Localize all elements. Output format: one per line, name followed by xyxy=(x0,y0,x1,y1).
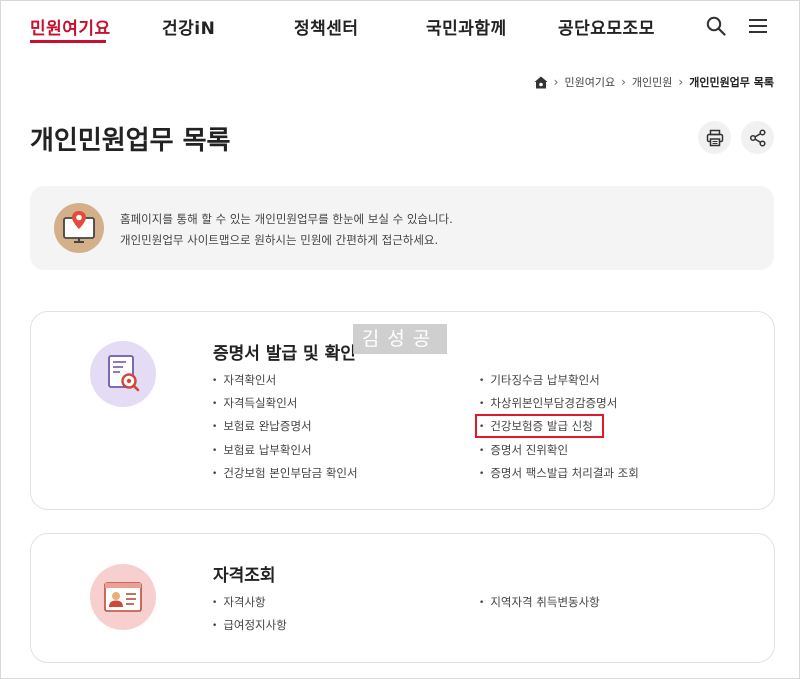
list-item-link[interactable]: 보험료 완납증명서 xyxy=(212,415,358,438)
section-title: 자격조회 xyxy=(213,566,276,586)
home-icon[interactable] xyxy=(534,76,548,89)
print-icon xyxy=(706,129,723,146)
breadcrumb: › 민원여기요 › 개인민원 › 개인민원업무 목록 xyxy=(534,74,774,90)
section-title: 증명서 발급 및 확인 xyxy=(213,344,356,364)
list-item-link[interactable]: 자격확인서 xyxy=(212,369,358,392)
highlight-annotation-box xyxy=(475,414,604,438)
list-item-link[interactable]: 건강보험 본인부담금 확인서 xyxy=(212,462,357,485)
list-item-link[interactable]: 자격득실확인서 xyxy=(212,392,358,415)
active-nav-underline xyxy=(30,40,106,43)
hamburger-menu-icon[interactable] xyxy=(748,17,768,35)
share-button[interactable] xyxy=(741,121,774,154)
top-navigation: 민원여기요 건강iN 정책센터 국민과함께 공단요모조모 xyxy=(0,0,800,52)
breadcrumb-item-current: 개인민원업무 목록 xyxy=(689,76,774,89)
list-item-link[interactable]: 차상위본인부담경감증명서 xyxy=(479,392,639,415)
section-left-list: 자격확인서 자격득실확인서 보험료 완납증명서 보험료 납부확인서 건강보험 본… xyxy=(212,369,358,485)
watermark: 김성공 xyxy=(353,324,447,354)
nav-item-health-in[interactable]: 건강iN xyxy=(162,14,215,39)
list-item-link[interactable]: 자격사항 xyxy=(212,591,287,614)
info-line: 개인민원업무 사이트맵으로 원하시는 민원에 간편하게 접근하세요. xyxy=(120,233,439,247)
list-item-link[interactable]: 보험료 납부확인서 xyxy=(212,439,358,462)
id-card-icon xyxy=(104,582,142,612)
monitor-location-icon xyxy=(63,211,95,243)
breadcrumb-separator: › xyxy=(621,75,626,89)
nav-item-policy-center[interactable]: 정책센터 xyxy=(294,14,359,39)
breadcrumb-item-minwon[interactable]: 민원여기요 xyxy=(564,74,615,90)
search-icon[interactable] xyxy=(706,16,726,36)
list-item-link[interactable]: 급여정지사항 xyxy=(212,614,286,637)
eligibility-section-card: 자격조회 자격사항 급여정지사항 지역자격 취득변동사항 xyxy=(30,533,775,663)
breadcrumb-separator: › xyxy=(678,75,684,89)
list-item-link[interactable]: 기타징수금 납부확인서 xyxy=(479,369,639,392)
info-badge xyxy=(54,203,104,253)
eligibility-badge xyxy=(90,564,156,630)
section-left-list: 자격사항 급여정지사항 xyxy=(212,591,287,637)
list-item-link[interactable]: 증명서 팩스발급 처리결과 조회 xyxy=(479,462,639,485)
print-button[interactable] xyxy=(698,121,731,154)
nav-item-minwon[interactable]: 민원여기요 xyxy=(30,14,111,39)
info-text: 홈페이지를 통해 할 수 있는 개인민원업무를 한눈에 보실 수 있습니다. 개… xyxy=(120,209,453,251)
breadcrumb-item-personal[interactable]: 개인민원 xyxy=(632,74,672,90)
list-item-link[interactable]: 증명서 진위확인 xyxy=(479,439,639,462)
document-magnifier-icon xyxy=(108,355,140,392)
page-title: 개인민원업무 목록 xyxy=(30,126,231,156)
nav-item-about[interactable]: 공단요모조모 xyxy=(558,14,655,39)
share-icon xyxy=(749,128,766,147)
certificate-badge xyxy=(90,341,156,407)
breadcrumb-separator: › xyxy=(553,75,559,89)
list-item-link[interactable]: 지역자격 취득변동사항 xyxy=(479,591,599,614)
section-right-list: 지역자격 취득변동사항 xyxy=(479,591,599,614)
info-line: 홈페이지를 통해 할 수 있는 개인민원업무를 한눈에 보실 수 있습니다. xyxy=(120,212,453,226)
info-box: 홈페이지를 통해 할 수 있는 개인민원업무를 한눈에 보실 수 있습니다. 개… xyxy=(30,186,774,270)
nav-item-with-people[interactable]: 국민과함께 xyxy=(426,14,507,39)
